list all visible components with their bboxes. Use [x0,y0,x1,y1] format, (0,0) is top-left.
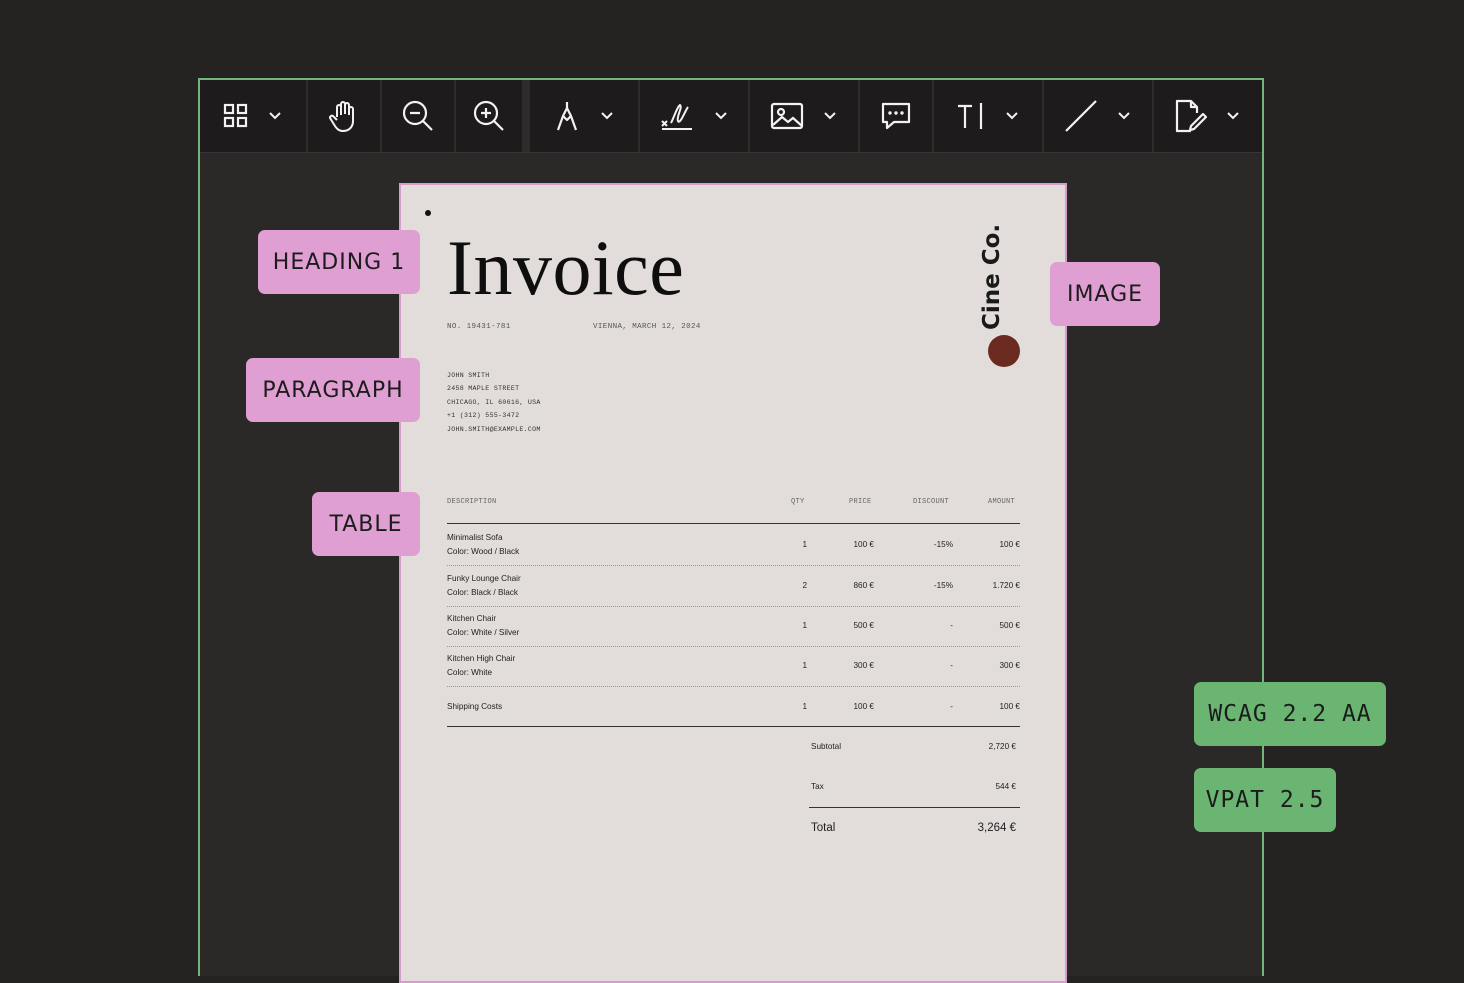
invoice-number: NO. 19431-781 [447,323,511,331]
item-name: Minimalist Sofa [447,533,503,542]
item-name: Shipping Costs [447,702,503,711]
toolbar [200,80,1262,153]
thumbnails-tool[interactable] [200,80,308,152]
col-discount: DISCOUNT [913,498,950,506]
item-qty: 1 [802,621,807,630]
chevron-down-icon[interactable] [994,109,1020,123]
item-price: 100 € [853,702,875,711]
table-end-rule [447,726,1020,727]
pen-icon [556,102,578,131]
zoom-in-tool[interactable] [456,80,530,152]
item-detail: Color: White [447,668,493,677]
chevron-down-icon[interactable] [1106,109,1132,123]
paragraph-tag[interactable]: PARAGRAPH [246,358,420,422]
item-amount: 1.720 € [992,581,1020,590]
item-discount: - [950,621,953,630]
text-tool[interactable] [934,80,1044,152]
item-discount: - [950,702,953,711]
item-detail: Color: Black / Black [447,588,518,597]
chevron-down-icon[interactable] [589,109,615,123]
subtotal-label: Subtotal [811,742,842,751]
col-description: DESCRIPTION [447,498,497,506]
brand-circle [988,335,1020,367]
image-tool[interactable] [750,80,860,152]
item-name: Kitchen Chair [447,614,497,623]
brand-name: Cine Co. [979,223,1005,330]
address-line: JOHN SMITH [447,372,490,379]
draw-tool[interactable] [530,80,640,152]
brand-logo: Cine Co. [977,224,1007,331]
invoice-page: Invoice NO. 19431-781 VIENNA, MARCH 12, … [399,183,1067,983]
address-line: JOHN.SMITH@EXAMPLE.COM [447,425,541,433]
item-amount: 100 € [999,702,1021,711]
item-amount: 100 € [999,540,1021,549]
zoom-in-icon [473,100,504,131]
item-qty: 2 [802,581,807,590]
edit-document-icon [1175,99,1207,133]
item-discount: -15% [933,581,953,590]
col-amount: AMOUNT [988,498,1016,506]
line-icon [1065,100,1097,132]
item-name: Funky Lounge Chair [447,574,521,583]
text-cursor-icon [958,103,983,129]
image-tag[interactable]: IMAGE [1050,262,1160,326]
tag-anchor-dot [425,210,431,216]
total-value: 3,264 € [977,822,1016,834]
wcag-badge: WCAG 2.2 AA [1194,682,1386,746]
edit-tool[interactable] [1154,80,1260,152]
invoice-title: Invoice [447,224,685,311]
item-detail: Color: White / Silver [447,628,520,637]
chevron-down-icon[interactable] [703,109,729,123]
heading-tag[interactable]: HEADING 1 [258,230,420,294]
table-row: Kitchen High Chair Color: White 1 300 € … [447,646,1020,686]
item-amount: 500 € [999,621,1021,630]
table-row: Minimalist Sofa Color: Wood / Black 1 10… [447,525,1020,565]
item-price: 860 € [853,581,875,590]
vpat-badge: VPAT 2.5 [1194,768,1336,832]
image-icon [770,102,804,130]
item-detail: Color: Wood / Black [447,547,520,556]
totals-rule [809,807,1020,808]
address-block: JOHN SMITH 2458 MAPLE STREET CHICAGO, IL… [447,369,541,436]
line-tool[interactable] [1044,80,1154,152]
item-qty: 1 [802,702,807,711]
col-qty: QTY [791,498,805,506]
tax-label: Tax [811,782,824,791]
signature-icon [661,103,692,130]
grid-icon [223,103,248,128]
invoice-place-date: VIENNA, MARCH 12, 2024 [593,323,701,331]
hand-icon [329,101,354,132]
zoom-out-icon [402,100,433,131]
total-label: Total [811,822,836,834]
table-row: Shipping Costs 1 100 € - 100 € [447,687,1020,727]
item-price: 300 € [853,661,875,670]
address-line: +1 (312) 555-3472 [447,412,520,420]
col-price: PRICE [849,498,872,506]
tax-value: 544 € [995,782,1017,791]
signature-tool[interactable] [640,80,750,152]
header-rule [447,523,1020,524]
address-line: 2458 MAPLE STREET [447,385,520,393]
item-name: Kitchen High Chair [447,654,516,663]
comment-tool[interactable] [860,80,934,152]
chevron-down-icon[interactable] [812,109,838,123]
zoom-out-tool[interactable] [382,80,456,152]
item-discount: -15% [933,540,953,549]
item-qty: 1 [802,540,807,549]
item-price: 100 € [853,540,875,549]
item-discount: - [950,661,953,670]
item-price: 500 € [853,621,875,630]
item-qty: 1 [802,661,807,670]
subtotal-value: 2,720 € [988,742,1016,751]
chevron-down-icon[interactable] [257,109,283,123]
pan-tool[interactable] [308,80,382,152]
chevron-down-icon[interactable] [1215,109,1241,123]
table-row: Kitchen Chair Color: White / Silver 1 50… [447,606,1020,646]
table-tag[interactable]: TABLE [312,492,420,556]
comment-icon [881,102,911,130]
item-amount: 300 € [999,661,1021,670]
table-row: Funky Lounge Chair Color: Black / Black … [447,566,1020,606]
address-line: CHICAGO, IL 60616, USA [447,398,541,406]
